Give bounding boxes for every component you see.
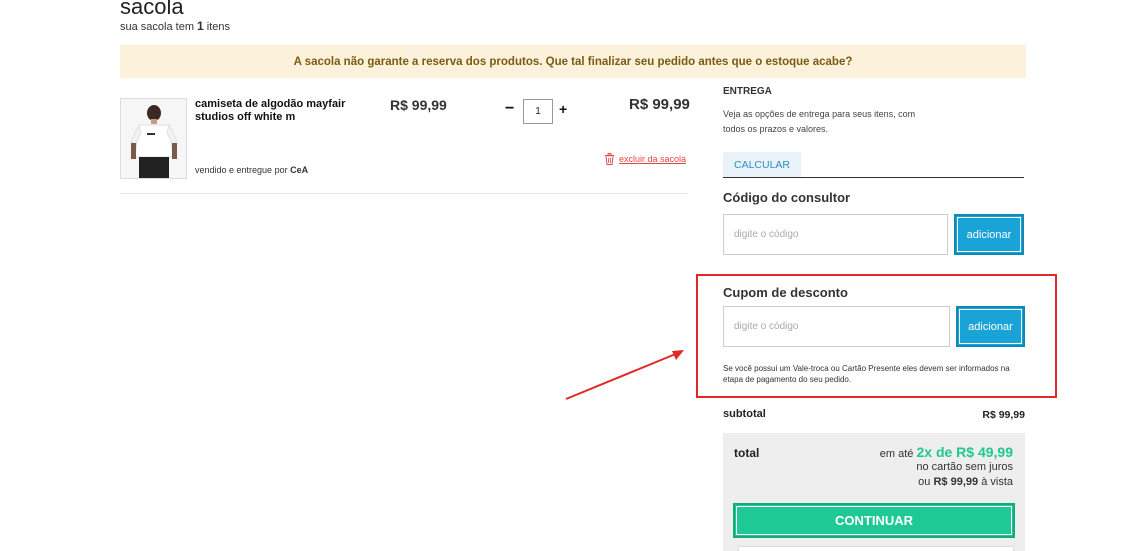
seller-info: vendido e entregue por CeA: [195, 165, 308, 175]
quantity-input[interactable]: [523, 99, 553, 124]
cash-price-line: ou R$ 99,99 à vista: [820, 476, 1013, 488]
secondary-button-edge[interactable]: [738, 546, 1014, 551]
coupon-add-button[interactable]: adicionar: [956, 306, 1025, 347]
consultant-add-button[interactable]: adicionar: [954, 214, 1024, 255]
product-name[interactable]: camiseta de algodão mayfair studios off …: [195, 98, 355, 124]
product-photo-icon: [121, 99, 186, 178]
item-count-text: sua sacola tem 1 itens: [120, 19, 230, 33]
seller-prefix: vendido e entregue por: [195, 165, 288, 175]
page-title: sacola: [120, 0, 184, 19]
cash-value: R$ 99,99: [933, 476, 979, 488]
item-count-suffix: itens: [206, 21, 231, 33]
installment-prefix: em até: [879, 448, 914, 460]
coupon-code-input[interactable]: [723, 306, 950, 347]
delivery-title: ENTREGA: [723, 86, 772, 97]
remove-item-label: excluir da sacola: [619, 154, 687, 164]
quantity-decrease-button[interactable]: −: [505, 100, 514, 118]
total-label: total: [734, 446, 760, 460]
unit-price: R$ 99,99: [390, 97, 447, 113]
cart-page: sacola sua sacola tem 1 itens A sacola n…: [0, 0, 1145, 551]
installment-value: 2x de R$ 49,99: [916, 444, 1013, 460]
delivery-divider: [723, 177, 1024, 178]
remove-item-button[interactable]: excluir da sacola: [604, 153, 686, 165]
continue-button[interactable]: CONTINUAR: [733, 503, 1015, 538]
consultant-code-input[interactable]: [723, 214, 948, 255]
cash-suffix: à vista: [981, 476, 1013, 488]
coupon-note: Se você possui um Vale-troca ou Cartão P…: [723, 364, 1010, 384]
installment-line: em até 2x de R$ 49,99: [820, 444, 1013, 460]
item-count: 1: [197, 19, 204, 33]
subtotal-label: subtotal: [723, 408, 766, 420]
seller-name: CeA: [290, 165, 309, 175]
coupon-title: Cupom de desconto: [723, 285, 848, 300]
calculate-shipping-button[interactable]: CALCULAR: [723, 152, 801, 177]
installment-note: no cartão sem juros: [916, 461, 1013, 473]
consultant-code-title: Código do consultor: [723, 190, 851, 205]
line-total: R$ 99,99: [629, 96, 690, 113]
subtotal-value: R$ 99,99: [982, 409, 1025, 421]
red-arrow-icon: [565, 350, 684, 400]
cash-prefix: ou: [918, 476, 931, 488]
stock-warning-banner: A sacola não garante a reserva dos produ…: [120, 45, 1026, 78]
trash-icon: [605, 153, 614, 165]
delivery-description: Veja as opções de entrega para seus iten…: [723, 109, 916, 134]
cart-divider: [120, 193, 688, 194]
product-image[interactable]: [120, 98, 187, 179]
quantity-increase-button[interactable]: +: [559, 101, 567, 117]
banner-text: A sacola não garante a reserva dos produ…: [293, 55, 853, 68]
item-count-prefix: sua sacola tem: [120, 21, 194, 33]
